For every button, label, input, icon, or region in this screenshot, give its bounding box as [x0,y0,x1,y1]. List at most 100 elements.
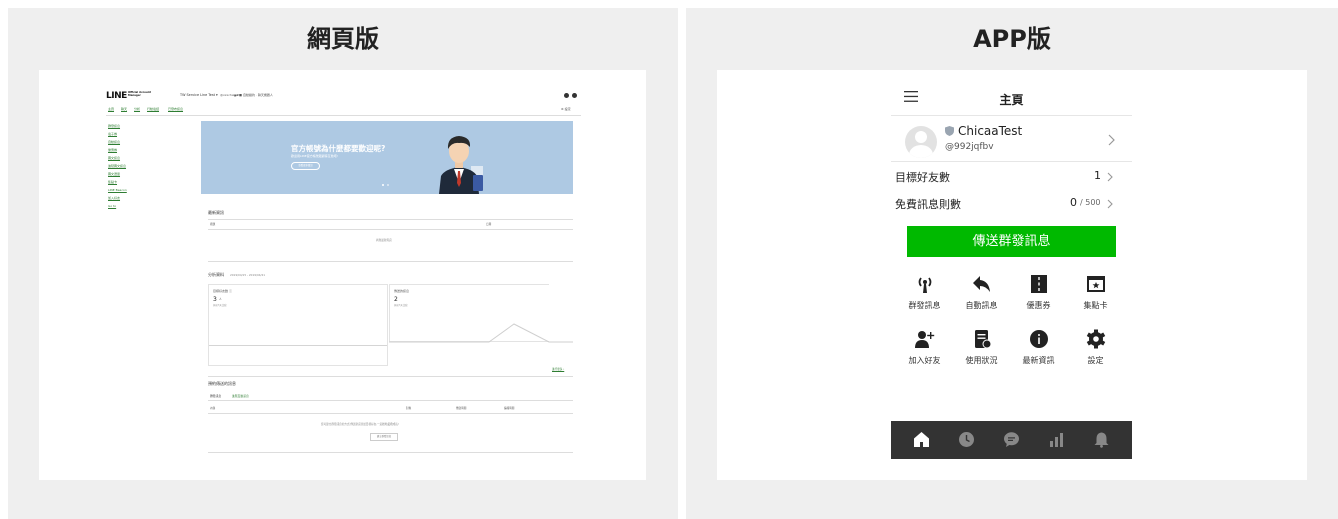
reward-card-menu-item[interactable]: 集點卡 [1067,274,1124,324]
header-extra[interactable]: ▲2 ■ 自動續約 · 聊天機器人 [234,94,273,97]
news-col-date: 日期 [486,223,492,226]
broadcast-label: 群發訊息 [908,301,941,310]
nav-divider [106,115,581,116]
free-messages-used: 0 [1070,196,1077,209]
chart-icon[interactable] [1048,431,1065,448]
logo-subtitle: Official Account Manager [128,91,151,98]
free-messages-chevron-icon [1107,199,1113,209]
nav-analytics[interactable]: 分析 [134,108,140,111]
free-messages-label: 免費訊息則數 [895,198,961,211]
bell-icon[interactable] [1093,431,1110,448]
banner-headline: 官方帳號為什麼都要歡迎呢? [291,144,386,153]
help-icon[interactable] [572,93,577,98]
app-screenshot-card: 主頁 ChicaaTest @992jqfbv 目標好友數 1 免費訊息則數 0… [717,70,1307,480]
app-page-title: 主頁 [999,93,1024,107]
sidebar-item-beacon[interactable]: LINE Beacon [108,189,127,192]
broadcast-antenna-icon [918,277,932,293]
settings-label: 設定 [1087,356,1104,365]
usage-label: 使用狀況 [965,356,998,365]
scheduled-tab-broadcast[interactable]: 群發訊息 [210,395,221,398]
clock-icon[interactable] [958,431,975,448]
send-broadcast-button[interactable]: 傳送群發訊息 [907,226,1116,257]
scheduled-col-content: 內容 [210,407,216,410]
sidebar-item-rich-video[interactable]: 進階圖文訊息 [108,165,126,168]
chat-icon[interactable] [1003,431,1020,448]
carousel-dot-1[interactable] [382,184,384,186]
friends-label: 目標好友數 [895,171,950,184]
reply-arrow-icon [973,276,990,292]
sidebar-item-coupon[interactable]: 優惠券 [108,149,117,152]
chevron-right-icon [1108,134,1115,146]
analytics-divider [208,376,573,377]
sidebar-item-reward-card[interactable]: 集點卡 [108,181,117,184]
gear-icon [1086,329,1106,349]
account-name: ChicaaTest [958,124,1023,138]
user-icon[interactable] [564,93,569,98]
messages-label: 傳送的訊息 [394,289,410,293]
settings-link[interactable]: ⚙ 設定 [561,108,571,111]
messages-trend-chart [389,323,573,343]
businessman-illustration [439,136,483,194]
news-divider-top [208,219,573,220]
carousel-dot-2[interactable] [387,184,389,186]
banner-button[interactable]: 查看更多資訊 [291,162,320,170]
settings-menu-item[interactable]: 設定 [1067,329,1124,379]
reward-card-icon [1087,276,1105,292]
reward-card-label: 集點卡 [1083,301,1108,310]
sidebar-item-broadcast[interactable]: 群發訊息 [108,125,120,128]
messages-value: 2 [394,296,398,303]
coupon-menu-item[interactable]: 優惠券 [1010,274,1067,324]
app-version-panel: APP版 主頁 ChicaaTest @992jqfbv 目標好友數 1 免費訊… [686,8,1338,519]
news-divider-bottom [208,261,573,262]
add-friend-icon [915,331,935,348]
scheduled-tab-advanced[interactable]: 進階互動訊息 [232,395,249,398]
nav-home[interactable]: 主頁 [108,108,114,111]
news-col-title: 標題 [210,223,216,226]
scheduled-col-target: 對象 [406,407,412,410]
broadcast-menu-item[interactable]: 群發訊息 [896,274,953,324]
friends-chart-line [209,345,387,346]
latest-news-menu-item[interactable]: 最新資訊 [1010,329,1067,379]
scheduled-divider-bottom [208,452,573,453]
auto-reply-menu-item[interactable]: 自動訊息 [953,274,1010,324]
scheduled-col-edit-time: 編輯時間 [504,407,515,410]
nav-chat[interactable]: 聊天 [121,108,127,111]
promo-banner[interactable]: 官方帳號為什麼都要歡迎呢? 歡迎用LINE官方帳號跟顧客互動吧! 查看更多資訊 [201,121,573,194]
info-icon [1030,330,1048,348]
home-icon[interactable] [913,431,930,448]
news-empty: 尚無最新資訊 [376,239,392,242]
add-friend-menu-item[interactable]: 加入好友 [896,329,953,379]
free-messages-row[interactable]: 免費訊息則數 0 / 500 [891,192,1132,214]
sidebar-item-ecoupon[interactable]: 電子券 [108,133,117,136]
account-selector[interactable]: TW Service Line Test ▾ [180,93,218,97]
create-broadcast-button[interactable]: 建立群發訊息 [370,433,398,441]
latest-news-label: 最新資訊 [1022,356,1055,365]
bottom-tab-bar [891,421,1132,459]
auto-reply-label: 自動訊息 [965,301,998,310]
nav-published[interactable]: 已發布訊息 [168,108,183,111]
friends-value: 3 [213,296,217,303]
free-messages-total: / 500 [1080,198,1101,207]
profile-row[interactable]: ChicaaTest @992jqfbv [891,116,1132,161]
add-friend-label: 加入好友 [908,356,941,365]
messages-note: 與前7天比較 [394,304,408,307]
line-logo: LINE [106,91,127,101]
scheduled-col-send-time: 傳送時間 [456,407,467,410]
analytics-range: 2019/04/15 - 2019/04/21 [230,273,266,277]
analytics-more-link[interactable]: 進行更多 › [552,368,564,372]
coupon-icon [1031,275,1047,293]
shield-icon [945,126,954,136]
sidebar-item-goto[interactable]: Go to [108,205,116,208]
web-version-panel: 網頁版 LINE Official Account Manager TW Serv… [8,8,678,519]
app-mockup: 主頁 ChicaaTest @992jqfbv 目標好友數 1 免費訊息則數 0… [891,81,1132,459]
nav-mobile[interactable]: 行動電話 [147,108,159,111]
usage-menu-item[interactable]: 使用狀況 [953,329,1010,379]
friends-unit: 人 [219,298,222,301]
usage-document-icon [975,330,992,349]
sidebar-item-add-friend[interactable]: 加入好友 [108,197,120,200]
scheduled-empty: 您可建立群發訊息的方式,傳送新訊息給目標好友,一起推動業務成長! [321,423,399,426]
sidebar-item-auto[interactable]: 自動訊息 [108,141,120,144]
sidebar-item-rich-menu[interactable]: 圖文選單 [108,173,120,176]
sidebar-item-rich-message[interactable]: 圖文訊息 [108,157,120,160]
friends-row[interactable]: 目標好友數 1 [891,165,1132,187]
